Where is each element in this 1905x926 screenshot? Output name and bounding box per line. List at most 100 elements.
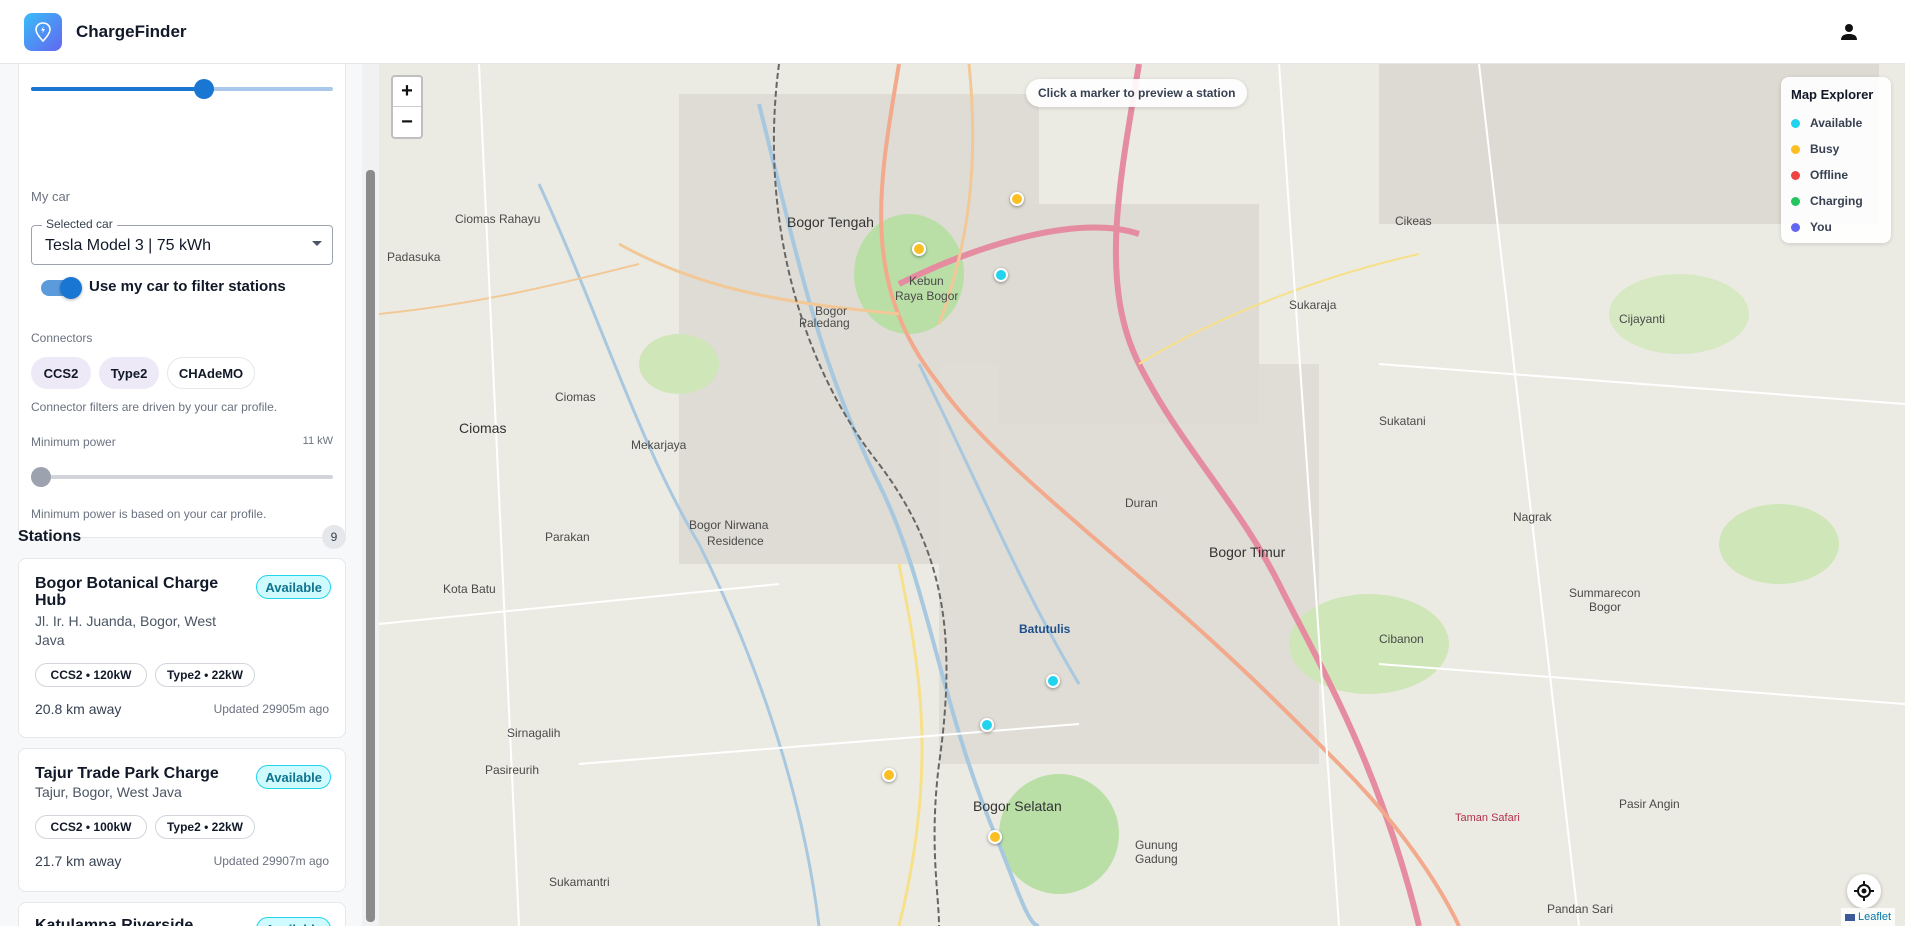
map-label: Bogor Nirwana: [689, 518, 769, 532]
stations-count-badge: 9: [322, 525, 346, 549]
status-dot-icon: [1791, 196, 1800, 206]
station-card[interactable]: Bogor Botanical Charge Hub Available Jl.…: [18, 558, 346, 738]
min-power-slider-rail: [31, 475, 333, 479]
map-label: Mekarjaya: [631, 438, 687, 452]
station-updated: Updated 29905m ago: [213, 702, 329, 716]
station-marker-busy[interactable]: [988, 830, 1002, 844]
map-label: Paledang: [799, 316, 850, 330]
zoom-out-button[interactable]: −: [393, 107, 421, 137]
legend-item-you: You: [1791, 214, 1881, 240]
connector-hint: Connector filters are driven by your car…: [31, 400, 278, 414]
connector-chip-ccs2[interactable]: CCS2: [31, 357, 91, 389]
map-label: Sukaraja: [1289, 298, 1337, 312]
station-card[interactable]: Katulampa Riverside Available: [18, 902, 346, 926]
map-label: Cikeas: [1395, 214, 1432, 228]
station-marker-busy[interactable]: [882, 768, 896, 782]
connector-power-chip: Type2 • 22kW: [155, 815, 255, 839]
connector-chip-chademo[interactable]: CHAdeMO: [167, 357, 255, 389]
range-slider-thumb[interactable]: [194, 79, 214, 99]
map-label: Sukamantri: [549, 875, 610, 889]
map-label: Gadung: [1135, 852, 1178, 866]
connectors-label: Connectors: [31, 331, 93, 345]
map-label: Sirnagalih: [507, 726, 561, 740]
app-header: ChargeFinder: [0, 0, 1905, 64]
station-address: Tajur, Bogor, West Java: [35, 784, 182, 800]
legend-label: You: [1810, 220, 1832, 234]
status-badge: Available: [256, 765, 331, 789]
min-power-label: Minimum power: [31, 435, 116, 449]
station-marker-available[interactable]: [980, 718, 994, 732]
selected-car-legend: Selected car: [42, 217, 117, 231]
zoom-in-button[interactable]: +: [393, 77, 421, 107]
map-label: Batutulis: [1019, 622, 1071, 636]
account-button[interactable]: [1835, 18, 1863, 46]
selected-car-value: Tesla Model 3 | 75 kWh: [45, 237, 212, 254]
map-label: Cijayanti: [1619, 312, 1666, 326]
map-label: Kebun: [909, 274, 944, 288]
station-card[interactable]: Tajur Trade Park Charge Available Tajur,…: [18, 748, 346, 892]
map-label: Bogor Selatan: [973, 798, 1062, 814]
flag-icon: [1845, 913, 1855, 921]
map-label: Ciomas Rahayu: [455, 212, 541, 226]
map-label: Padasuka: [387, 250, 441, 264]
status-dot-icon: [1791, 170, 1800, 180]
station-name-cont: Hub: [35, 592, 67, 609]
filters-panel: My car Selected car Tesla Model 3 | 75 k…: [18, 64, 346, 538]
attribution-link[interactable]: Leaflet: [1858, 911, 1891, 923]
map-label: Raya Bogor: [895, 289, 959, 303]
legend-label: Available: [1810, 116, 1863, 130]
map-label: Ciomas: [459, 420, 507, 436]
sidebar: My car Selected car Tesla Model 3 | 75 k…: [0, 64, 362, 926]
map-attribution[interactable]: Leaflet: [1841, 908, 1896, 926]
map-label: Nagrak: [1513, 510, 1552, 524]
station-marker-busy[interactable]: [912, 242, 926, 256]
legend-item-charging: Charging: [1791, 188, 1881, 214]
use-car-label: Use my car to filter stations: [89, 278, 286, 295]
min-power-slider-thumb[interactable]: [31, 467, 51, 487]
status-dot-icon: [1791, 118, 1800, 128]
chevron-down-icon: [312, 241, 322, 246]
status-badge: Available: [256, 917, 331, 926]
map-label: Ciomas: [555, 390, 596, 404]
connector-power-chip: CCS2 • 120kW: [35, 663, 147, 687]
station-updated: Updated 29907m ago: [213, 854, 329, 868]
connector-chip-type2[interactable]: Type2: [99, 357, 159, 389]
location-bolt-icon: [35, 21, 51, 42]
map-label: Pasir Angin: [1619, 797, 1680, 811]
selected-car-select[interactable]: Selected car Tesla Model 3 | 75 kWh: [31, 217, 333, 265]
status-dot-icon: [1791, 222, 1800, 232]
toggle-knob: [60, 277, 82, 299]
map-legend: Map Explorer Available Busy Offline Char…: [1781, 77, 1891, 243]
station-distance: 21.7 km away: [35, 853, 122, 869]
min-power-hint: Minimum power is based on your car profi…: [31, 507, 267, 521]
map-label: Parakan: [545, 530, 590, 544]
map-label: Bogor Timur: [1209, 544, 1286, 560]
station-marker-busy[interactable]: [1010, 192, 1024, 206]
map-view[interactable]: Bogor Tengah Kebun Raya Bogor Bogor Pale…: [379, 64, 1905, 926]
map-label: Bogor Tengah: [787, 214, 874, 230]
map-label: Pasireurih: [485, 763, 540, 777]
crosshair-icon: [1854, 881, 1874, 901]
station-marker-available[interactable]: [1046, 674, 1060, 688]
app-logo[interactable]: [24, 12, 62, 51]
legend-label: Charging: [1810, 194, 1863, 208]
legend-item-available: Available: [1791, 110, 1881, 136]
map-tip: Click a marker to preview a station: [1026, 79, 1248, 107]
sidebar-scrollbar[interactable]: [362, 64, 379, 926]
stations-title: Stations: [18, 528, 82, 545]
use-car-toggle[interactable]: [41, 277, 82, 299]
locate-me-button[interactable]: [1847, 874, 1881, 908]
map-label: Taman Safari: [1455, 812, 1520, 824]
map-label: Bogor: [1589, 600, 1622, 614]
map-label: Pandan Sari: [1547, 902, 1614, 916]
legend-item-offline: Offline: [1791, 162, 1881, 188]
map-label: Kota Batu: [443, 582, 496, 596]
range-slider-track: [31, 87, 204, 91]
scrollbar-thumb[interactable]: [366, 170, 375, 922]
stations-header: Stations 9: [18, 524, 346, 550]
status-badge: Available: [256, 575, 331, 599]
legend-item-busy: Busy: [1791, 136, 1881, 162]
station-address: Jl. Ir. H. Juanda, Bogor, West: [35, 613, 217, 629]
station-marker-available[interactable]: [994, 268, 1008, 282]
map-label: Sukatani: [1379, 414, 1426, 428]
